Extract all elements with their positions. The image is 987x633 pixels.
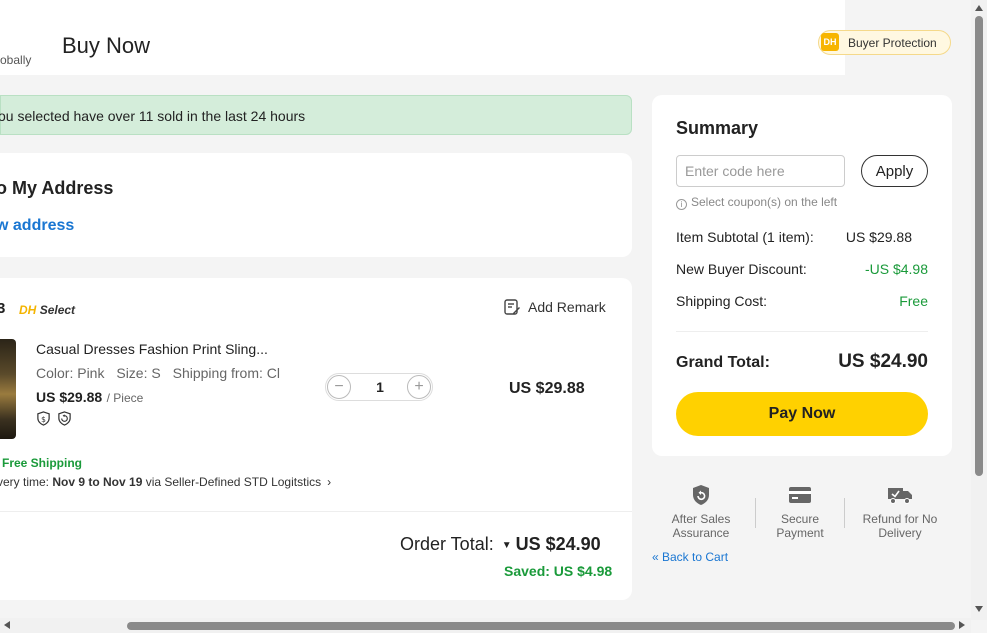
add-remark-label: Add Remark bbox=[528, 299, 606, 315]
banner-text: ou selected have over 11 sold in the las… bbox=[0, 108, 306, 124]
chevron-right-icon: › bbox=[327, 475, 332, 489]
secure-payment-line1: Secure bbox=[780, 512, 820, 526]
divider bbox=[755, 498, 756, 528]
refund-line2: Delivery bbox=[878, 526, 922, 540]
grand-total-row: Grand Total: US $24.90 bbox=[676, 351, 928, 375]
add-remark-button[interactable]: Add Remark bbox=[503, 298, 623, 318]
return-shield-icon bbox=[58, 411, 71, 426]
free-shipping-label: Free Shipping bbox=[2, 456, 83, 470]
product-size: Size: S bbox=[116, 365, 161, 381]
summary-title: Summary bbox=[676, 118, 759, 138]
refund-for-no-delivery[interactable]: Refund for No Delivery bbox=[850, 484, 950, 540]
shield-return-icon bbox=[693, 485, 709, 505]
discount-row: New Buyer Discount: -US $4.98 bbox=[676, 261, 928, 281]
subtotal-value: US $29.88 bbox=[845, 229, 912, 245]
sold-count-banner: ou selected have over 11 sold in the las… bbox=[0, 95, 632, 135]
delivery-method: via Seller-Defined STD Logitstics bbox=[142, 475, 322, 489]
scroll-left-arrow-icon[interactable] bbox=[4, 621, 10, 629]
info-icon: i bbox=[676, 199, 687, 210]
scroll-right-arrow-icon[interactable] bbox=[959, 621, 965, 629]
subtotal-label: Item Subtotal (1 item): bbox=[676, 229, 814, 245]
item-subtotal-row: Item Subtotal (1 item): US $29.88 bbox=[676, 229, 928, 249]
order-total: Order Total: ▼ US $24.90 bbox=[400, 534, 601, 555]
divider bbox=[844, 498, 845, 528]
buyer-protection-badge[interactable]: DH Buyer Protection bbox=[818, 30, 951, 55]
credit-card-icon bbox=[789, 487, 811, 503]
back-to-cart-link[interactable]: « Back to Cart bbox=[652, 550, 728, 564]
quantity-increase-button[interactable]: + bbox=[407, 375, 431, 399]
caret-down-icon[interactable]: ▼ bbox=[502, 540, 512, 551]
truck-refund-icon bbox=[888, 488, 912, 504]
vertical-scrollbar-thumb[interactable] bbox=[975, 16, 983, 476]
delivery-dates: Nov 9 to Nov 19 bbox=[52, 475, 143, 489]
product-ships-from: Shipping from: Cl bbox=[172, 365, 280, 381]
after-sales-line2: Assurance bbox=[672, 526, 730, 540]
store-name[interactable]: 3 bbox=[0, 300, 5, 317]
buyer-protection-label: Buyer Protection bbox=[848, 36, 937, 50]
apply-coupon-button[interactable]: Apply bbox=[861, 155, 928, 187]
delivery-prefix: very time: bbox=[0, 475, 53, 489]
shipping-cost-row: Shipping Cost: Free bbox=[676, 293, 928, 313]
summary-panel: Summary Apply i Select coupon(s) on the l… bbox=[652, 95, 952, 456]
after-sales-line1: After Sales bbox=[671, 512, 731, 526]
divider bbox=[676, 331, 928, 332]
product-badges: $ bbox=[36, 411, 76, 427]
shipping-cost-label: Shipping Cost: bbox=[676, 293, 768, 309]
logo-text: obally bbox=[0, 53, 32, 67]
add-new-address-link[interactable]: w address bbox=[0, 217, 74, 235]
order-total-label: Order Total: bbox=[400, 534, 494, 554]
item-line-total: US $29.88 bbox=[509, 380, 585, 397]
quantity-stepper: − 1 + bbox=[325, 373, 433, 401]
after-sales-assurance[interactable]: After Sales Assurance bbox=[660, 484, 742, 540]
address-title: o My Address bbox=[0, 178, 114, 198]
note-edit-icon bbox=[504, 299, 520, 315]
top-bar: obally Buy Now bbox=[0, 0, 845, 75]
quantity-value[interactable]: 1 bbox=[368, 379, 392, 395]
quantity-decrease-button[interactable]: − bbox=[327, 375, 351, 399]
refund-line1: Refund for No bbox=[862, 512, 938, 526]
order-card: 3 DH Select Add Remark Casual Dresses Fa… bbox=[0, 278, 632, 600]
shipping-cost-value: Free bbox=[899, 293, 928, 309]
coupon-hint-text: Select coupon(s) on the left bbox=[691, 195, 838, 209]
dh-select-tag: DH Select bbox=[19, 303, 75, 317]
shipping-address-card: o My Address w address bbox=[0, 153, 632, 257]
product-color: Color: Pink bbox=[36, 365, 105, 381]
unit-price-value: US $29.88 bbox=[36, 389, 103, 405]
product-unit-price: US $29.88 / Piece bbox=[36, 389, 143, 407]
scroll-up-arrow-icon[interactable] bbox=[975, 5, 983, 11]
dh-select-select: Select bbox=[39, 303, 76, 317]
product-thumbnail[interactable] bbox=[0, 339, 16, 439]
page-title: Buy Now bbox=[62, 33, 151, 58]
dh-shield-icon: DH bbox=[821, 33, 839, 51]
grand-total-value: US $24.90 bbox=[838, 351, 928, 372]
pay-now-button[interactable]: Pay Now bbox=[676, 392, 928, 436]
product-name[interactable]: Casual Dresses Fashion Print Sling... bbox=[36, 341, 268, 357]
grand-total-label: Grand Total: bbox=[676, 354, 770, 371]
delivery-time-row[interactable]: very time: Nov 9 to Nov 19 via Seller-De… bbox=[0, 475, 331, 489]
divider bbox=[0, 511, 632, 512]
horizontal-scrollbar-thumb[interactable] bbox=[127, 622, 955, 630]
discount-label: New Buyer Discount: bbox=[676, 261, 807, 277]
product-attributes: Color: Pink Size: S Shipping from: Cl bbox=[36, 365, 288, 381]
saved-amount: Saved: US $4.98 bbox=[504, 563, 613, 579]
coupon-code-input[interactable] bbox=[676, 155, 845, 187]
dollar-shield-icon: $ bbox=[37, 411, 50, 426]
secure-payment-line2: Payment bbox=[776, 526, 824, 540]
dh-select-dh: DH bbox=[19, 303, 37, 317]
scroll-down-arrow-icon[interactable] bbox=[975, 606, 983, 612]
unit-price-unit: / Piece bbox=[106, 391, 144, 405]
secure-payment[interactable]: Secure Payment bbox=[760, 484, 840, 540]
order-total-value: US $24.90 bbox=[515, 534, 601, 554]
coupon-hint: i Select coupon(s) on the left bbox=[676, 195, 837, 210]
discount-value: -US $4.98 bbox=[864, 261, 928, 277]
svg-text:$: $ bbox=[41, 415, 46, 424]
